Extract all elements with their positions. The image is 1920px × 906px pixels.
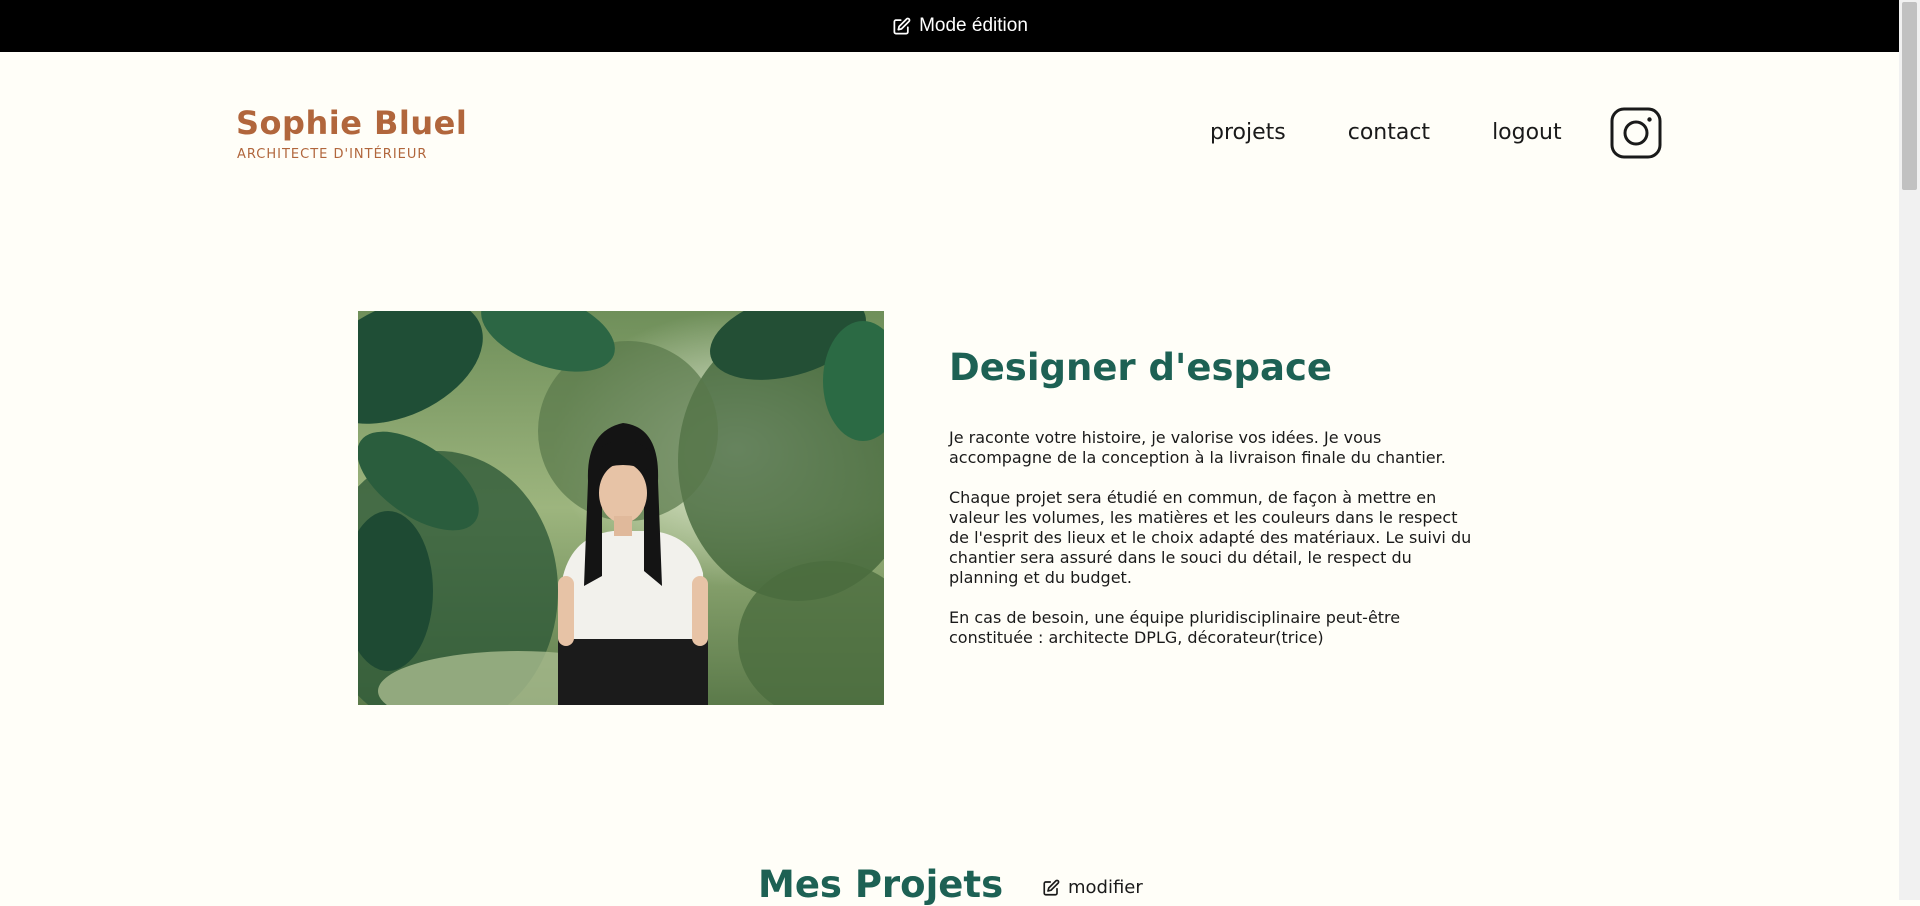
modify-projects-button[interactable]: modifier <box>1042 877 1143 898</box>
main-nav: projets contact logout <box>1210 120 1562 145</box>
brand-title[interactable]: Sophie Bluel <box>236 104 467 142</box>
edit-mode-banner: Mode édition <box>0 0 1920 52</box>
nav-link-projets[interactable]: projets <box>1210 120 1286 145</box>
portrait-image <box>358 311 884 705</box>
page-scrollbar[interactable] <box>1899 0 1920 900</box>
intro-paragraph: En cas de besoin, une équipe pluridiscip… <box>949 608 1401 647</box>
edit-mode-label: Mode édition <box>919 15 1028 36</box>
scrollbar-thumb[interactable] <box>1902 2 1917 190</box>
instagram-icon[interactable] <box>1610 107 1662 159</box>
nav-link-logout[interactable]: logout <box>1492 120 1562 145</box>
brand-subtitle: ARCHITECTE D'INTÉRIEUR <box>237 147 428 162</box>
edit-icon <box>1042 879 1060 897</box>
modify-label: modifier <box>1068 877 1143 898</box>
intro-title: Designer d'espace <box>949 346 1332 389</box>
edit-icon <box>892 17 911 36</box>
intro-paragraph: Je raconte votre histoire, je valorise v… <box>949 428 1446 467</box>
intro-paragraph: Chaque projet sera étudié en commun, de … <box>949 488 1472 587</box>
intro-text: Je raconte votre histoire, je valorise v… <box>949 428 1479 668</box>
nav-link-contact[interactable]: contact <box>1348 120 1430 145</box>
